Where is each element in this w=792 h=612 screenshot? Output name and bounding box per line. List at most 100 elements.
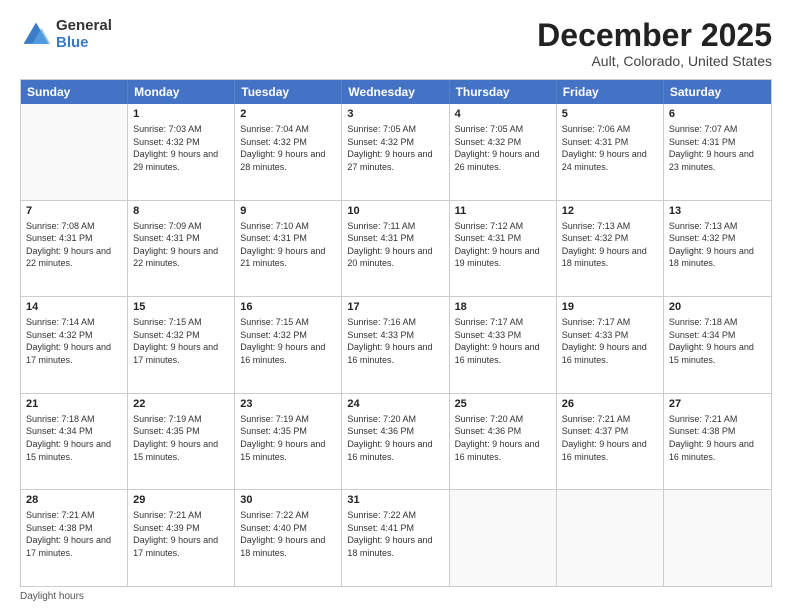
day-number: 17: [347, 300, 443, 315]
location-subtitle: Ault, Colorado, United States: [537, 53, 772, 69]
calendar-row-3: 14Sunrise: 7:14 AMSunset: 4:32 PMDayligh…: [21, 296, 771, 393]
calendar-cell-day-29: 29Sunrise: 7:21 AMSunset: 4:39 PMDayligh…: [128, 490, 235, 586]
calendar-cell-day-3: 3Sunrise: 7:05 AMSunset: 4:32 PMDaylight…: [342, 104, 449, 200]
calendar-cell-day-28: 28Sunrise: 7:21 AMSunset: 4:38 PMDayligh…: [21, 490, 128, 586]
day-number: 25: [455, 397, 551, 412]
day-info: Sunrise: 7:21 AMSunset: 4:39 PMDaylight:…: [133, 509, 229, 559]
day-number: 8: [133, 204, 229, 219]
month-title: December 2025: [537, 18, 772, 53]
day-info: Sunrise: 7:17 AMSunset: 4:33 PMDaylight:…: [562, 316, 658, 366]
day-number: 20: [669, 300, 766, 315]
calendar-row-1: 1Sunrise: 7:03 AMSunset: 4:32 PMDaylight…: [21, 104, 771, 200]
day-info: Sunrise: 7:05 AMSunset: 4:32 PMDaylight:…: [455, 123, 551, 173]
day-info: Sunrise: 7:16 AMSunset: 4:33 PMDaylight:…: [347, 316, 443, 366]
calendar-cell-day-13: 13Sunrise: 7:13 AMSunset: 4:32 PMDayligh…: [664, 201, 771, 297]
day-number: 7: [26, 204, 122, 219]
day-info: Sunrise: 7:09 AMSunset: 4:31 PMDaylight:…: [133, 220, 229, 270]
day-number: 2: [240, 107, 336, 122]
calendar-cell-empty: [557, 490, 664, 586]
day-info: Sunrise: 7:12 AMSunset: 4:31 PMDaylight:…: [455, 220, 551, 270]
day-number: 18: [455, 300, 551, 315]
logo-text: General Blue: [56, 18, 112, 51]
day-info: Sunrise: 7:14 AMSunset: 4:32 PMDaylight:…: [26, 316, 122, 366]
day-number: 27: [669, 397, 766, 412]
calendar-cell-day-8: 8Sunrise: 7:09 AMSunset: 4:31 PMDaylight…: [128, 201, 235, 297]
calendar-cell-day-12: 12Sunrise: 7:13 AMSunset: 4:32 PMDayligh…: [557, 201, 664, 297]
calendar-cell-day-20: 20Sunrise: 7:18 AMSunset: 4:34 PMDayligh…: [664, 297, 771, 393]
logo: General Blue: [20, 18, 112, 51]
day-info: Sunrise: 7:20 AMSunset: 4:36 PMDaylight:…: [455, 413, 551, 463]
calendar-cell-day-22: 22Sunrise: 7:19 AMSunset: 4:35 PMDayligh…: [128, 394, 235, 490]
header-day-friday: Friday: [557, 80, 664, 104]
header-day-saturday: Saturday: [664, 80, 771, 104]
footer-note: Daylight hours: [20, 591, 772, 602]
calendar-cell-day-15: 15Sunrise: 7:15 AMSunset: 4:32 PMDayligh…: [128, 297, 235, 393]
title-block: December 2025 Ault, Colorado, United Sta…: [537, 18, 772, 69]
day-number: 12: [562, 204, 658, 219]
day-number: 30: [240, 493, 336, 508]
day-info: Sunrise: 7:19 AMSunset: 4:35 PMDaylight:…: [240, 413, 336, 463]
day-info: Sunrise: 7:10 AMSunset: 4:31 PMDaylight:…: [240, 220, 336, 270]
calendar-cell-day-4: 4Sunrise: 7:05 AMSunset: 4:32 PMDaylight…: [450, 104, 557, 200]
day-info: Sunrise: 7:05 AMSunset: 4:32 PMDaylight:…: [347, 123, 443, 173]
day-info: Sunrise: 7:13 AMSunset: 4:32 PMDaylight:…: [562, 220, 658, 270]
day-info: Sunrise: 7:21 AMSunset: 4:38 PMDaylight:…: [669, 413, 766, 463]
day-info: Sunrise: 7:15 AMSunset: 4:32 PMDaylight:…: [133, 316, 229, 366]
day-number: 29: [133, 493, 229, 508]
day-number: 6: [669, 107, 766, 122]
day-info: Sunrise: 7:21 AMSunset: 4:38 PMDaylight:…: [26, 509, 122, 559]
calendar-cell-day-25: 25Sunrise: 7:20 AMSunset: 4:36 PMDayligh…: [450, 394, 557, 490]
calendar-cell-day-17: 17Sunrise: 7:16 AMSunset: 4:33 PMDayligh…: [342, 297, 449, 393]
calendar-cell-day-5: 5Sunrise: 7:06 AMSunset: 4:31 PMDaylight…: [557, 104, 664, 200]
day-number: 31: [347, 493, 443, 508]
day-info: Sunrise: 7:13 AMSunset: 4:32 PMDaylight:…: [669, 220, 766, 270]
header-day-sunday: Sunday: [21, 80, 128, 104]
day-number: 21: [26, 397, 122, 412]
logo-icon: [20, 19, 52, 51]
calendar-cell-day-21: 21Sunrise: 7:18 AMSunset: 4:34 PMDayligh…: [21, 394, 128, 490]
calendar-cell-day-19: 19Sunrise: 7:17 AMSunset: 4:33 PMDayligh…: [557, 297, 664, 393]
header-day-monday: Monday: [128, 80, 235, 104]
page: General Blue December 2025 Ault, Colorad…: [0, 0, 792, 612]
day-number: 26: [562, 397, 658, 412]
calendar: SundayMondayTuesdayWednesdayThursdayFrid…: [20, 79, 772, 587]
day-info: Sunrise: 7:22 AMSunset: 4:41 PMDaylight:…: [347, 509, 443, 559]
calendar-cell-day-10: 10Sunrise: 7:11 AMSunset: 4:31 PMDayligh…: [342, 201, 449, 297]
day-info: Sunrise: 7:08 AMSunset: 4:31 PMDaylight:…: [26, 220, 122, 270]
day-info: Sunrise: 7:17 AMSunset: 4:33 PMDaylight:…: [455, 316, 551, 366]
calendar-row-2: 7Sunrise: 7:08 AMSunset: 4:31 PMDaylight…: [21, 200, 771, 297]
day-number: 5: [562, 107, 658, 122]
day-info: Sunrise: 7:15 AMSunset: 4:32 PMDaylight:…: [240, 316, 336, 366]
calendar-header: SundayMondayTuesdayWednesdayThursdayFrid…: [21, 80, 771, 104]
day-number: 19: [562, 300, 658, 315]
calendar-cell-day-11: 11Sunrise: 7:12 AMSunset: 4:31 PMDayligh…: [450, 201, 557, 297]
calendar-cell-day-6: 6Sunrise: 7:07 AMSunset: 4:31 PMDaylight…: [664, 104, 771, 200]
day-number: 28: [26, 493, 122, 508]
day-number: 3: [347, 107, 443, 122]
calendar-cell-day-30: 30Sunrise: 7:22 AMSunset: 4:40 PMDayligh…: [235, 490, 342, 586]
day-info: Sunrise: 7:11 AMSunset: 4:31 PMDaylight:…: [347, 220, 443, 270]
calendar-cell-day-31: 31Sunrise: 7:22 AMSunset: 4:41 PMDayligh…: [342, 490, 449, 586]
day-info: Sunrise: 7:19 AMSunset: 4:35 PMDaylight:…: [133, 413, 229, 463]
calendar-body: 1Sunrise: 7:03 AMSunset: 4:32 PMDaylight…: [21, 104, 771, 586]
day-info: Sunrise: 7:20 AMSunset: 4:36 PMDaylight:…: [347, 413, 443, 463]
day-number: 1: [133, 107, 229, 122]
logo-blue: Blue: [56, 35, 112, 52]
calendar-cell-day-26: 26Sunrise: 7:21 AMSunset: 4:37 PMDayligh…: [557, 394, 664, 490]
day-info: Sunrise: 7:18 AMSunset: 4:34 PMDaylight:…: [26, 413, 122, 463]
logo-general: General: [56, 18, 112, 35]
day-info: Sunrise: 7:18 AMSunset: 4:34 PMDaylight:…: [669, 316, 766, 366]
header-day-thursday: Thursday: [450, 80, 557, 104]
day-info: Sunrise: 7:21 AMSunset: 4:37 PMDaylight:…: [562, 413, 658, 463]
calendar-cell-day-9: 9Sunrise: 7:10 AMSunset: 4:31 PMDaylight…: [235, 201, 342, 297]
calendar-cell-empty: [21, 104, 128, 200]
header-day-wednesday: Wednesday: [342, 80, 449, 104]
calendar-cell-day-14: 14Sunrise: 7:14 AMSunset: 4:32 PMDayligh…: [21, 297, 128, 393]
day-number: 15: [133, 300, 229, 315]
calendar-cell-day-18: 18Sunrise: 7:17 AMSunset: 4:33 PMDayligh…: [450, 297, 557, 393]
calendar-row-5: 28Sunrise: 7:21 AMSunset: 4:38 PMDayligh…: [21, 489, 771, 586]
calendar-cell-day-27: 27Sunrise: 7:21 AMSunset: 4:38 PMDayligh…: [664, 394, 771, 490]
calendar-cell-empty: [664, 490, 771, 586]
calendar-cell-day-2: 2Sunrise: 7:04 AMSunset: 4:32 PMDaylight…: [235, 104, 342, 200]
header-day-tuesday: Tuesday: [235, 80, 342, 104]
